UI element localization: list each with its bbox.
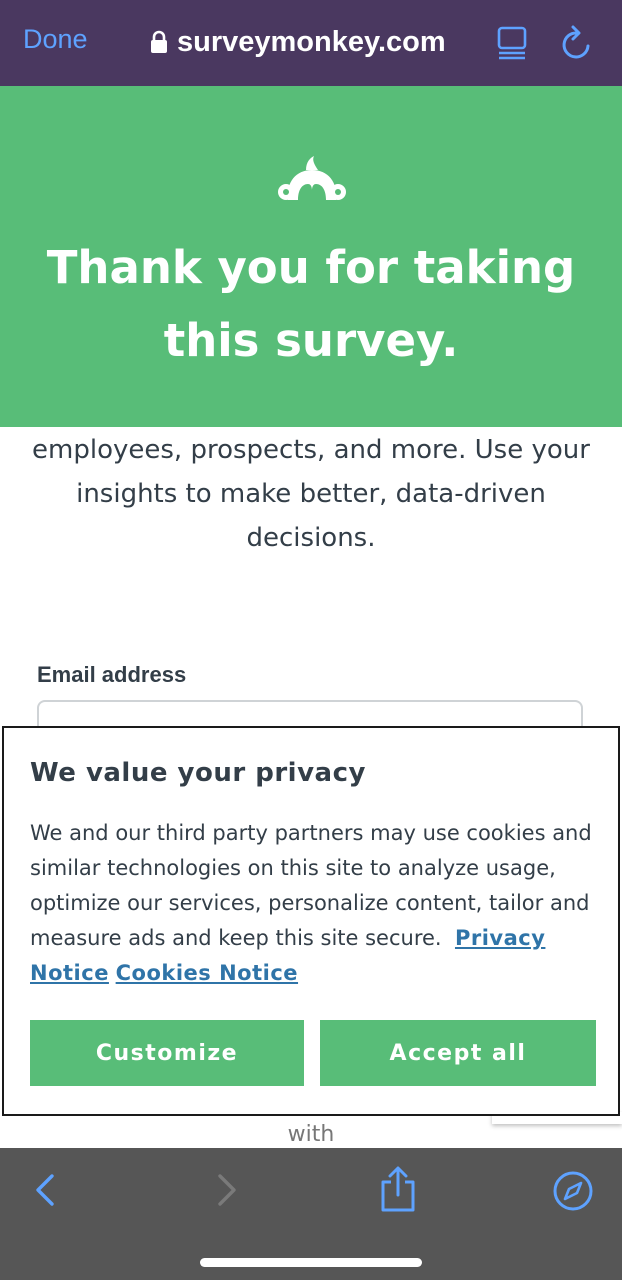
forward-icon[interactable]	[212, 1172, 240, 1208]
home-indicator[interactable]	[200, 1258, 422, 1267]
surveymonkey-logo-icon	[278, 156, 346, 200]
browser-top-bar: Done surveymonkey.com	[0, 0, 622, 86]
address-bar[interactable]: surveymonkey.com	[150, 22, 446, 62]
browser-bottom-toolbar	[0, 1148, 622, 1280]
thank-you-banner: Thank you for taking this survey.	[0, 86, 622, 427]
cookies-notice-link[interactable]: Cookies Notice	[116, 961, 298, 985]
cookie-dialog-title: We value your privacy	[30, 758, 366, 788]
lock-icon	[151, 30, 167, 53]
email-label: Email address	[37, 662, 187, 687]
customize-button[interactable]: Customize	[30, 1020, 304, 1086]
reload-icon[interactable]	[560, 24, 594, 62]
cookie-dialog-text: We and our third party partners may use …	[30, 816, 605, 991]
description-text: employees, prospects, and more. Use your…	[32, 435, 590, 553]
accept-all-button[interactable]: Accept all	[320, 1020, 596, 1086]
cookie-consent-dialog: We value your privacy We and our third p…	[2, 726, 620, 1116]
page-title: Thank you for taking this survey.	[46, 241, 576, 367]
back-icon[interactable]	[32, 1172, 60, 1208]
done-button[interactable]: Done	[23, 24, 88, 55]
partial-text: with	[287, 1122, 335, 1147]
share-icon[interactable]	[378, 1166, 418, 1212]
reader-mode-icon[interactable]	[496, 26, 528, 60]
url-text: surveymonkey.com	[177, 25, 446, 58]
compass-icon[interactable]	[552, 1170, 594, 1212]
